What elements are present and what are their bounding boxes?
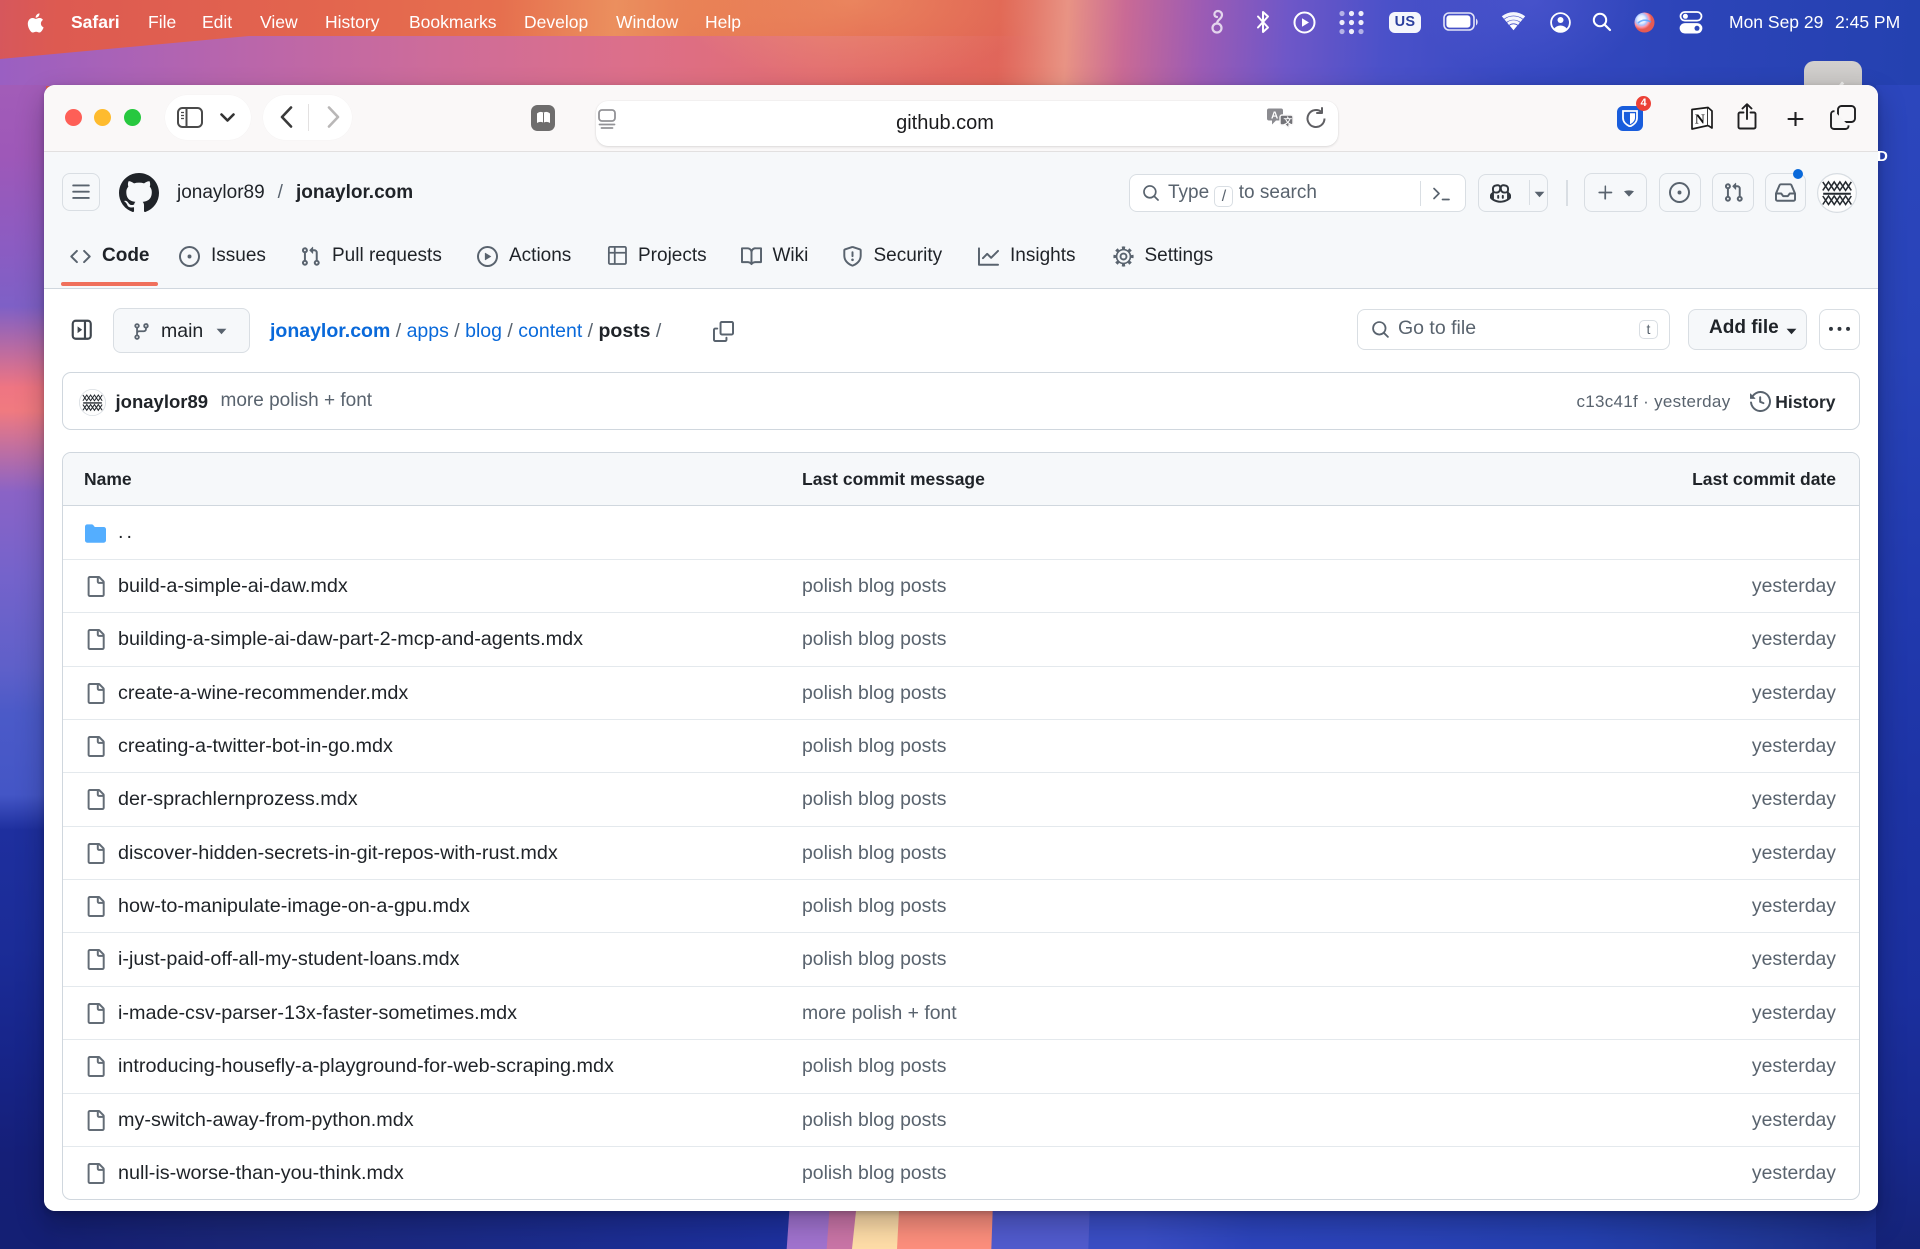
svg-text:文: 文 xyxy=(1284,116,1293,126)
svg-text:N: N xyxy=(1695,112,1705,127)
svg-text:A: A xyxy=(1271,111,1278,122)
